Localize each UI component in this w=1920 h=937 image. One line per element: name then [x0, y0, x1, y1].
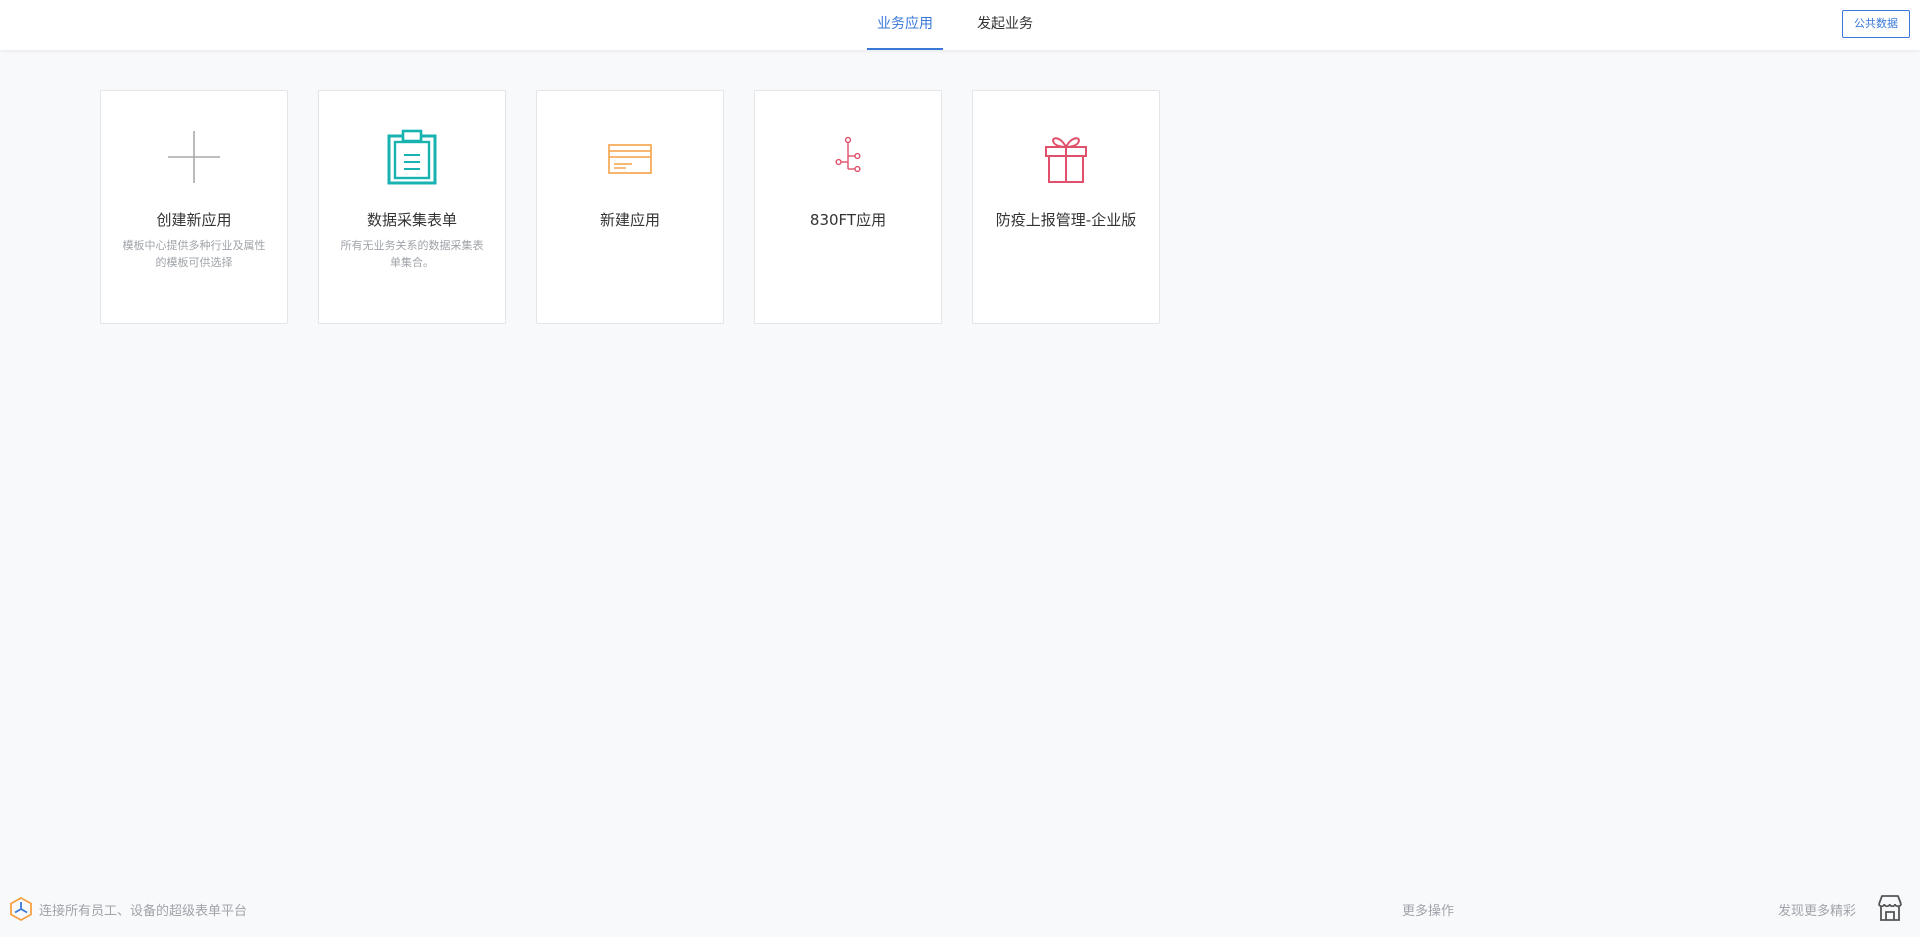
app-card-epidemic-report[interactable]: 防疫上报管理-企业版 — [972, 90, 1160, 324]
footer: 连接所有员工、设备的超级表单平台 更多操作 发现更多精彩 — [0, 881, 1920, 937]
main-tabs: 业务应用 发起业务 — [0, 0, 1920, 50]
flow-icon — [835, 136, 861, 173]
brand-logo-icon — [10, 897, 32, 921]
app-card-list: 创建新应用 模板中心提供多种行业及属性的模板可供选择 数据采集表单 所有无业务关… — [100, 90, 1160, 324]
store-icon[interactable] — [1875, 893, 1905, 923]
public-data-button[interactable]: 公共数据 — [1842, 10, 1910, 38]
clipboard-icon — [387, 129, 437, 185]
app-card-new-app[interactable]: 新建应用 — [536, 90, 724, 324]
app-card-title: 创建新应用 — [156, 211, 232, 229]
app-card-data-collection[interactable]: 数据采集表单 所有无业务关系的数据采集表单集合。 — [318, 90, 506, 324]
top-navigation-bar: 业务应用 发起业务 公共数据 — [0, 0, 1920, 50]
app-card-title: 数据采集表单 — [366, 211, 457, 229]
app-card-description: 模板中心提供多种行业及属性的模板可供选择 — [122, 239, 266, 269]
footer-slogan: 连接所有员工、设备的超级表单平台 — [39, 904, 248, 919]
more-operations-link[interactable]: 更多操作 — [1402, 900, 1454, 919]
discover-more-link[interactable]: 发现更多精彩 — [1778, 900, 1856, 919]
plus-icon — [168, 131, 220, 183]
app-card-title: 新建应用 — [599, 211, 660, 229]
card-icon — [608, 144, 652, 174]
app-card-title: 830FT应用 — [809, 211, 887, 229]
app-card-title: 防疫上报管理-企业版 — [995, 211, 1137, 229]
app-card-830ft[interactable]: 830FT应用 — [754, 90, 942, 324]
app-card-description: 所有无业务关系的数据采集表单集合。 — [340, 239, 484, 269]
tab-business-apps[interactable]: 业务应用 — [867, 0, 943, 50]
app-card-create-new[interactable]: 创建新应用 模板中心提供多种行业及属性的模板可供选择 — [100, 90, 288, 324]
gift-icon — [1045, 137, 1087, 183]
tab-start-business[interactable]: 发起业务 — [967, 0, 1043, 50]
